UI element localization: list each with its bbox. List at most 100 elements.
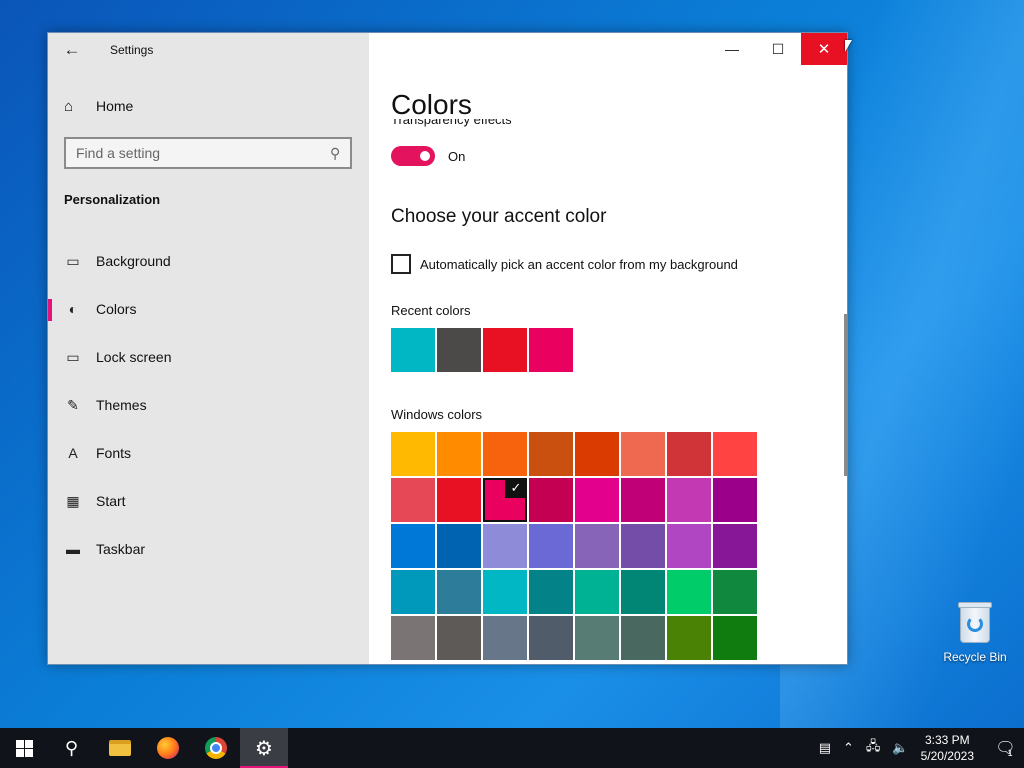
color-swatch[interactable]: [529, 524, 573, 568]
color-swatch[interactable]: [529, 616, 573, 660]
network-icon[interactable]: 🖧: [866, 737, 881, 759]
color-swatch[interactable]: [391, 570, 435, 614]
color-swatch[interactable]: [437, 616, 481, 660]
search-icon[interactable]: ⚲: [330, 145, 340, 162]
color-swatch[interactable]: [483, 524, 527, 568]
color-swatch[interactable]: [483, 616, 527, 660]
color-swatch[interactable]: [621, 616, 665, 660]
color-swatch[interactable]: [667, 432, 711, 476]
sidebar-item-lock-screen[interactable]: ▭ Lock screen: [48, 333, 369, 381]
color-swatch[interactable]: ✓: [483, 478, 527, 522]
color-swatch[interactable]: [529, 478, 573, 522]
recycle-bin-icon: [956, 600, 994, 644]
sidebar-nav: ▭ Background ◐ Colors ▭ Lock screen ✎ Themes A Fo…: [48, 237, 369, 573]
recycle-bin[interactable]: Recycle Bin: [940, 600, 1010, 664]
color-swatch[interactable]: [437, 570, 481, 614]
color-swatch[interactable]: [575, 570, 619, 614]
windows-colors-label: Windows colors: [391, 407, 483, 422]
sidebar-item-colors[interactable]: ◐ Colors: [48, 285, 369, 333]
color-swatch[interactable]: [483, 570, 527, 614]
start-button[interactable]: [0, 728, 48, 768]
transparency-label: Transparency effects: [391, 119, 512, 127]
sidebar-item-label: Colors: [96, 301, 137, 317]
transparency-toggle[interactable]: [391, 146, 435, 166]
color-swatch[interactable]: [667, 570, 711, 614]
search-taskbar-button[interactable]: ⚲: [48, 728, 96, 768]
sidebar-item-fonts[interactable]: A Fonts: [48, 429, 369, 477]
taskbar: ⚲ ⚙ ▤ ⌃ 🖧 🔈 3:33 PM 5/20/2023 🗨 1: [0, 728, 1024, 768]
sidebar-item-label: Fonts: [96, 445, 132, 461]
search-input[interactable]: [76, 145, 316, 161]
color-swatch[interactable]: [391, 478, 435, 522]
recent-color-swatch[interactable]: [437, 328, 481, 372]
color-swatch[interactable]: [713, 432, 757, 476]
color-swatch[interactable]: [621, 478, 665, 522]
magnifier-icon: ⚲: [65, 737, 79, 758]
sidebar-item-label: Themes: [96, 397, 147, 413]
home-nav-item[interactable]: ⌂ Home: [64, 93, 133, 119]
sidebar-item-label: Taskbar: [96, 541, 146, 557]
auto-pick-label[interactable]: Automatically pick an accent color from …: [420, 257, 738, 272]
maximize-button[interactable]: ☐: [755, 33, 801, 65]
settings-taskbar-button[interactable]: ⚙: [240, 728, 288, 768]
back-arrow-icon[interactable]: ←: [48, 33, 96, 67]
color-swatch[interactable]: [667, 478, 711, 522]
color-swatch[interactable]: [529, 432, 573, 476]
close-button[interactable]: ✕: [801, 33, 847, 65]
color-swatch[interactable]: [713, 478, 757, 522]
volume-muted-icon[interactable]: 🔈: [892, 740, 908, 756]
recent-color-swatch[interactable]: [529, 328, 573, 372]
color-swatch[interactable]: [391, 432, 435, 476]
color-swatch[interactable]: [621, 432, 665, 476]
recent-color-swatch[interactable]: [483, 328, 527, 372]
sidebar-item-label: Lock screen: [96, 349, 172, 365]
color-swatch[interactable]: [575, 432, 619, 476]
color-swatch[interactable]: [667, 524, 711, 568]
color-swatch[interactable]: [621, 570, 665, 614]
color-swatch[interactable]: [621, 524, 665, 568]
chrome-button[interactable]: [192, 728, 240, 768]
news-icon[interactable]: ▤: [819, 740, 831, 756]
color-swatch[interactable]: [437, 524, 481, 568]
gear-icon: ⚙: [255, 737, 273, 760]
notification-count: 1: [1007, 748, 1013, 758]
accent-heading: Choose your accent color: [391, 206, 607, 227]
clock-time: 3:33 PM: [924, 733, 970, 747]
file-explorer-button[interactable]: [96, 728, 144, 768]
color-swatch[interactable]: [667, 616, 711, 660]
sidebar-item-taskbar[interactable]: ▬ Taskbar: [48, 525, 369, 573]
minimize-button[interactable]: —: [709, 33, 755, 65]
color-swatch[interactable]: [575, 478, 619, 522]
firefox-button[interactable]: [144, 728, 192, 768]
sidebar-item-label: Start: [96, 493, 126, 509]
picture-icon: ▭: [66, 252, 80, 269]
color-swatch[interactable]: [437, 432, 481, 476]
auto-pick-checkbox[interactable]: [391, 254, 411, 274]
color-swatch[interactable]: [713, 524, 757, 568]
sidebar-item-themes[interactable]: ✎ Themes: [48, 381, 369, 429]
color-swatch[interactable]: [575, 524, 619, 568]
color-swatch[interactable]: [391, 616, 435, 660]
color-swatch[interactable]: [575, 616, 619, 660]
color-swatch[interactable]: [437, 478, 481, 522]
color-swatch[interactable]: [713, 616, 757, 660]
scrollbar[interactable]: [844, 314, 847, 476]
chevron-up-icon[interactable]: ⌃: [843, 740, 854, 756]
sidebar-item-start[interactable]: ▦ Start: [48, 477, 369, 525]
notification-button[interactable]: 🗨 1: [984, 728, 1024, 768]
recent-color-swatch[interactable]: [391, 328, 435, 372]
clock-date: 5/20/2023: [920, 749, 974, 763]
checkmark-icon: ✓: [505, 478, 527, 498]
search-box[interactable]: ⚲: [64, 137, 352, 169]
sidebar-item-background[interactable]: ▭ Background: [48, 237, 369, 285]
color-swatch[interactable]: [391, 524, 435, 568]
color-swatch[interactable]: [483, 432, 527, 476]
clock[interactable]: 3:33 PM 5/20/2023: [921, 732, 974, 764]
transparency-toggle-row: On: [391, 146, 465, 166]
color-swatch[interactable]: [529, 570, 573, 614]
recent-colors: [391, 328, 575, 372]
start-icon: ▦: [66, 492, 80, 509]
color-swatch[interactable]: [713, 570, 757, 614]
recycle-bin-label: Recycle Bin: [943, 650, 1007, 664]
transparency-state: On: [448, 148, 466, 164]
